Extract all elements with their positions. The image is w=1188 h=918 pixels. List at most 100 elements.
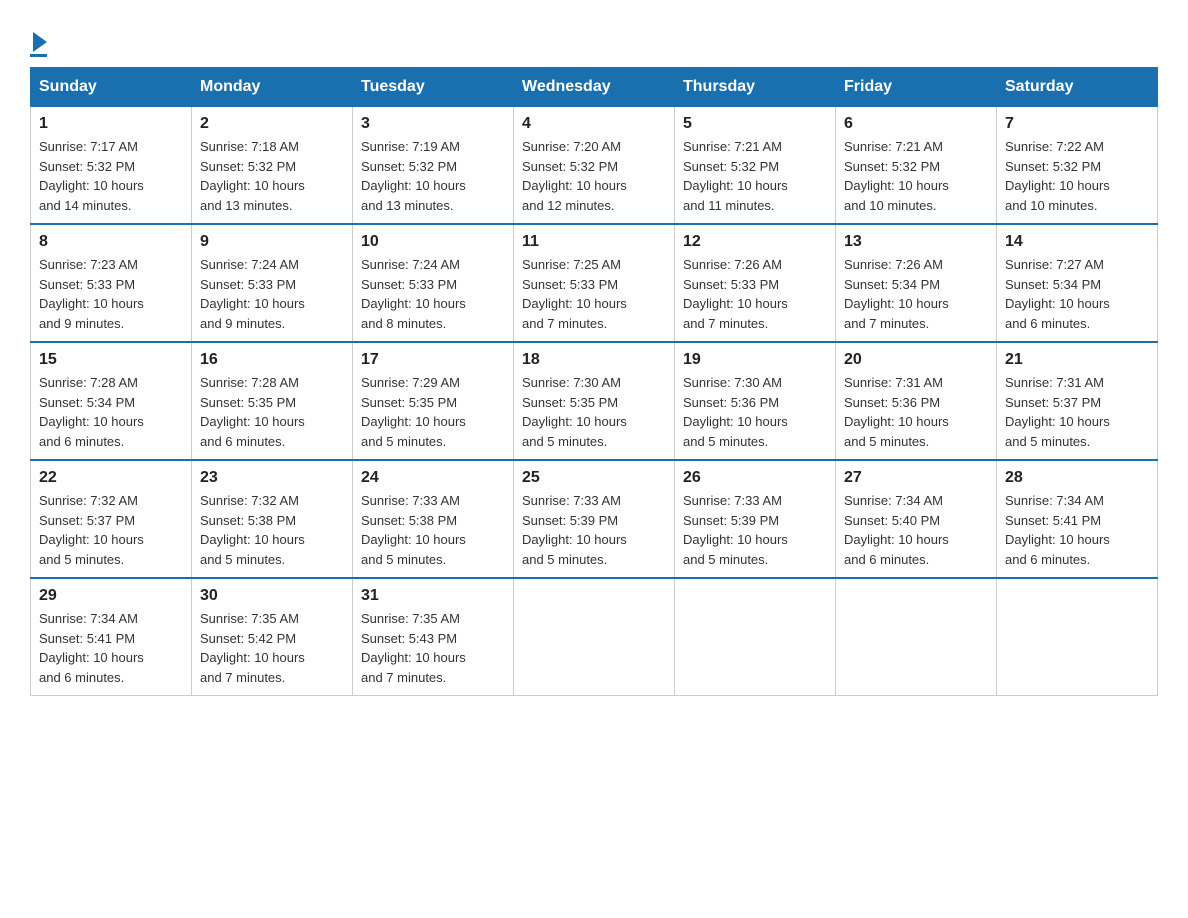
- day-info: Sunrise: 7:34 AM Sunset: 5:41 PM Dayligh…: [1005, 491, 1149, 569]
- day-info: Sunrise: 7:30 AM Sunset: 5:35 PM Dayligh…: [522, 373, 666, 451]
- day-number: 24: [361, 469, 505, 487]
- calendar-cell: 8 Sunrise: 7:23 AM Sunset: 5:33 PM Dayli…: [31, 224, 192, 342]
- logo: [30, 30, 47, 57]
- day-number: 6: [844, 115, 988, 133]
- day-info: Sunrise: 7:21 AM Sunset: 5:32 PM Dayligh…: [844, 137, 988, 215]
- calendar-cell: 15 Sunrise: 7:28 AM Sunset: 5:34 PM Dayl…: [31, 342, 192, 460]
- calendar-cell: 18 Sunrise: 7:30 AM Sunset: 5:35 PM Dayl…: [514, 342, 675, 460]
- day-number: 10: [361, 233, 505, 251]
- day-info: Sunrise: 7:33 AM Sunset: 5:38 PM Dayligh…: [361, 491, 505, 569]
- day-info: Sunrise: 7:33 AM Sunset: 5:39 PM Dayligh…: [522, 491, 666, 569]
- day-number: 4: [522, 115, 666, 133]
- day-info: Sunrise: 7:21 AM Sunset: 5:32 PM Dayligh…: [683, 137, 827, 215]
- calendar-cell: 19 Sunrise: 7:30 AM Sunset: 5:36 PM Dayl…: [675, 342, 836, 460]
- page-header: [30, 20, 1158, 57]
- calendar-cell: 10 Sunrise: 7:24 AM Sunset: 5:33 PM Dayl…: [353, 224, 514, 342]
- day-info: Sunrise: 7:35 AM Sunset: 5:42 PM Dayligh…: [200, 609, 344, 687]
- calendar-cell: 14 Sunrise: 7:27 AM Sunset: 5:34 PM Dayl…: [997, 224, 1158, 342]
- day-number: 20: [844, 351, 988, 369]
- day-number: 23: [200, 469, 344, 487]
- calendar-cell: [997, 578, 1158, 696]
- calendar-cell: 3 Sunrise: 7:19 AM Sunset: 5:32 PM Dayli…: [353, 107, 514, 225]
- calendar-cell: 7 Sunrise: 7:22 AM Sunset: 5:32 PM Dayli…: [997, 107, 1158, 225]
- calendar-cell: 20 Sunrise: 7:31 AM Sunset: 5:36 PM Dayl…: [836, 342, 997, 460]
- calendar-cell: [836, 578, 997, 696]
- day-number: 25: [522, 469, 666, 487]
- day-info: Sunrise: 7:29 AM Sunset: 5:35 PM Dayligh…: [361, 373, 505, 451]
- calendar-cell: 21 Sunrise: 7:31 AM Sunset: 5:37 PM Dayl…: [997, 342, 1158, 460]
- day-info: Sunrise: 7:24 AM Sunset: 5:33 PM Dayligh…: [361, 255, 505, 333]
- day-number: 30: [200, 587, 344, 605]
- day-number: 15: [39, 351, 183, 369]
- calendar-cell: 1 Sunrise: 7:17 AM Sunset: 5:32 PM Dayli…: [31, 107, 192, 225]
- day-info: Sunrise: 7:31 AM Sunset: 5:36 PM Dayligh…: [844, 373, 988, 451]
- weekday-header-monday: Monday: [192, 68, 353, 107]
- day-info: Sunrise: 7:26 AM Sunset: 5:34 PM Dayligh…: [844, 255, 988, 333]
- day-info: Sunrise: 7:34 AM Sunset: 5:41 PM Dayligh…: [39, 609, 183, 687]
- day-number: 1: [39, 115, 183, 133]
- logo-arrow-icon: [33, 32, 47, 52]
- day-info: Sunrise: 7:17 AM Sunset: 5:32 PM Dayligh…: [39, 137, 183, 215]
- weekday-header-row: SundayMondayTuesdayWednesdayThursdayFrid…: [31, 68, 1158, 107]
- calendar-cell: [675, 578, 836, 696]
- calendar-cell: 30 Sunrise: 7:35 AM Sunset: 5:42 PM Dayl…: [192, 578, 353, 696]
- calendar-cell: 31 Sunrise: 7:35 AM Sunset: 5:43 PM Dayl…: [353, 578, 514, 696]
- day-info: Sunrise: 7:20 AM Sunset: 5:32 PM Dayligh…: [522, 137, 666, 215]
- day-info: Sunrise: 7:23 AM Sunset: 5:33 PM Dayligh…: [39, 255, 183, 333]
- calendar-cell: 29 Sunrise: 7:34 AM Sunset: 5:41 PM Dayl…: [31, 578, 192, 696]
- day-number: 2: [200, 115, 344, 133]
- calendar-cell: 13 Sunrise: 7:26 AM Sunset: 5:34 PM Dayl…: [836, 224, 997, 342]
- day-number: 21: [1005, 351, 1149, 369]
- day-number: 22: [39, 469, 183, 487]
- calendar-cell: 5 Sunrise: 7:21 AM Sunset: 5:32 PM Dayli…: [675, 107, 836, 225]
- weekday-header-saturday: Saturday: [997, 68, 1158, 107]
- day-info: Sunrise: 7:27 AM Sunset: 5:34 PM Dayligh…: [1005, 255, 1149, 333]
- day-number: 9: [200, 233, 344, 251]
- calendar-cell: [514, 578, 675, 696]
- weekday-header-thursday: Thursday: [675, 68, 836, 107]
- day-number: 3: [361, 115, 505, 133]
- calendar-cell: 26 Sunrise: 7:33 AM Sunset: 5:39 PM Dayl…: [675, 460, 836, 578]
- weekday-header-sunday: Sunday: [31, 68, 192, 107]
- calendar-week-row: 15 Sunrise: 7:28 AM Sunset: 5:34 PM Dayl…: [31, 342, 1158, 460]
- calendar-cell: 16 Sunrise: 7:28 AM Sunset: 5:35 PM Dayl…: [192, 342, 353, 460]
- calendar-cell: 25 Sunrise: 7:33 AM Sunset: 5:39 PM Dayl…: [514, 460, 675, 578]
- calendar-cell: 2 Sunrise: 7:18 AM Sunset: 5:32 PM Dayli…: [192, 107, 353, 225]
- day-number: 13: [844, 233, 988, 251]
- day-number: 16: [200, 351, 344, 369]
- logo-underline: [30, 54, 47, 57]
- calendar-cell: 22 Sunrise: 7:32 AM Sunset: 5:37 PM Dayl…: [31, 460, 192, 578]
- day-number: 12: [683, 233, 827, 251]
- calendar-cell: 24 Sunrise: 7:33 AM Sunset: 5:38 PM Dayl…: [353, 460, 514, 578]
- calendar-cell: 4 Sunrise: 7:20 AM Sunset: 5:32 PM Dayli…: [514, 107, 675, 225]
- day-info: Sunrise: 7:33 AM Sunset: 5:39 PM Dayligh…: [683, 491, 827, 569]
- calendar-week-row: 22 Sunrise: 7:32 AM Sunset: 5:37 PM Dayl…: [31, 460, 1158, 578]
- calendar-cell: 12 Sunrise: 7:26 AM Sunset: 5:33 PM Dayl…: [675, 224, 836, 342]
- calendar-cell: 23 Sunrise: 7:32 AM Sunset: 5:38 PM Dayl…: [192, 460, 353, 578]
- day-info: Sunrise: 7:28 AM Sunset: 5:34 PM Dayligh…: [39, 373, 183, 451]
- day-info: Sunrise: 7:34 AM Sunset: 5:40 PM Dayligh…: [844, 491, 988, 569]
- day-info: Sunrise: 7:22 AM Sunset: 5:32 PM Dayligh…: [1005, 137, 1149, 215]
- weekday-header-wednesday: Wednesday: [514, 68, 675, 107]
- logo-blue-part: [30, 30, 47, 52]
- day-info: Sunrise: 7:32 AM Sunset: 5:38 PM Dayligh…: [200, 491, 344, 569]
- day-number: 11: [522, 233, 666, 251]
- day-info: Sunrise: 7:18 AM Sunset: 5:32 PM Dayligh…: [200, 137, 344, 215]
- day-number: 31: [361, 587, 505, 605]
- day-info: Sunrise: 7:31 AM Sunset: 5:37 PM Dayligh…: [1005, 373, 1149, 451]
- day-info: Sunrise: 7:35 AM Sunset: 5:43 PM Dayligh…: [361, 609, 505, 687]
- calendar-cell: 28 Sunrise: 7:34 AM Sunset: 5:41 PM Dayl…: [997, 460, 1158, 578]
- day-info: Sunrise: 7:28 AM Sunset: 5:35 PM Dayligh…: [200, 373, 344, 451]
- weekday-header-friday: Friday: [836, 68, 997, 107]
- day-number: 5: [683, 115, 827, 133]
- day-number: 28: [1005, 469, 1149, 487]
- calendar-week-row: 1 Sunrise: 7:17 AM Sunset: 5:32 PM Dayli…: [31, 107, 1158, 225]
- calendar-cell: 27 Sunrise: 7:34 AM Sunset: 5:40 PM Dayl…: [836, 460, 997, 578]
- day-info: Sunrise: 7:25 AM Sunset: 5:33 PM Dayligh…: [522, 255, 666, 333]
- calendar-week-row: 8 Sunrise: 7:23 AM Sunset: 5:33 PM Dayli…: [31, 224, 1158, 342]
- day-info: Sunrise: 7:19 AM Sunset: 5:32 PM Dayligh…: [361, 137, 505, 215]
- day-number: 19: [683, 351, 827, 369]
- day-number: 26: [683, 469, 827, 487]
- day-info: Sunrise: 7:24 AM Sunset: 5:33 PM Dayligh…: [200, 255, 344, 333]
- calendar-week-row: 29 Sunrise: 7:34 AM Sunset: 5:41 PM Dayl…: [31, 578, 1158, 696]
